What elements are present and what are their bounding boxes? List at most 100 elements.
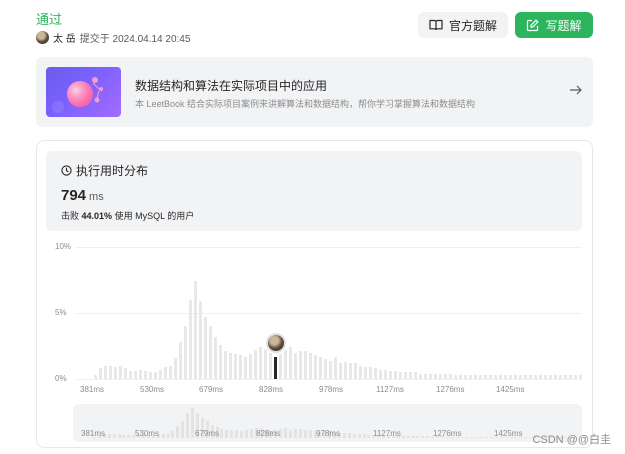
chart-bar[interactable] — [384, 369, 387, 379]
chart-bar[interactable] — [184, 326, 187, 379]
chart-bar[interactable] — [104, 365, 107, 379]
chart-bar[interactable] — [169, 365, 172, 379]
chart-bar[interactable] — [279, 353, 282, 379]
chart-bar[interactable] — [539, 375, 542, 379]
chart-bar[interactable] — [414, 372, 417, 379]
chart-bar[interactable] — [499, 375, 502, 379]
chart-bar[interactable] — [159, 369, 162, 379]
chart-bar[interactable] — [324, 359, 327, 379]
chart-bar[interactable] — [364, 367, 367, 379]
chart-bar[interactable] — [299, 351, 302, 379]
chart-range-slider[interactable]: 381ms 530ms 679ms 828ms 978ms 1127ms 127… — [73, 404, 582, 442]
chart-bar[interactable] — [244, 356, 247, 379]
chart-bar[interactable] — [174, 357, 177, 379]
chart-bar[interactable] — [194, 281, 197, 379]
chart-bar[interactable] — [564, 375, 567, 379]
chart-bar[interactable] — [114, 367, 117, 379]
chart-bar[interactable] — [579, 375, 582, 379]
chart-bar[interactable] — [554, 375, 557, 379]
chart-bar[interactable] — [294, 352, 297, 379]
chart-bar[interactable] — [259, 347, 262, 379]
chart-bar[interactable] — [574, 375, 577, 379]
chart-bar[interactable] — [419, 373, 422, 379]
chart-bar[interactable] — [449, 373, 452, 379]
chart-bar[interactable] — [534, 375, 537, 379]
chart-bar[interactable] — [544, 375, 547, 379]
chart-bar[interactable] — [464, 375, 467, 379]
chart-bar[interactable] — [444, 373, 447, 379]
chart-bar[interactable] — [219, 344, 222, 379]
chart-bar[interactable] — [314, 355, 317, 379]
chart-bar[interactable] — [229, 352, 232, 379]
chart-bar[interactable] — [134, 371, 137, 379]
chart-bar[interactable] — [519, 375, 522, 379]
chart-bar[interactable] — [399, 372, 402, 379]
chart-bar[interactable] — [109, 365, 112, 379]
chart-bar[interactable] — [484, 375, 487, 379]
chart-bar[interactable] — [154, 372, 157, 379]
chart-bar[interactable] — [429, 373, 432, 379]
chart-bar[interactable] — [509, 375, 512, 379]
chart-bar[interactable] — [569, 375, 572, 379]
chart-bar[interactable] — [374, 368, 377, 379]
chart-bar[interactable] — [199, 301, 202, 379]
chart-bar[interactable] — [304, 351, 307, 379]
current-runtime-bar[interactable] — [274, 356, 277, 379]
chart-bar[interactable] — [164, 367, 167, 379]
chart-bar[interactable] — [249, 353, 252, 379]
chart-bar[interactable] — [474, 375, 477, 379]
chart-bar[interactable] — [319, 356, 322, 379]
runtime-chart[interactable]: 10% 5% 0% 381ms 530ms 679ms 828ms 978ms … — [46, 238, 582, 398]
chart-bar[interactable] — [209, 326, 212, 379]
chart-bar[interactable] — [149, 372, 152, 379]
chart-bar[interactable] — [339, 363, 342, 379]
chart-bar[interactable] — [409, 372, 412, 379]
chart-bar[interactable] — [454, 375, 457, 379]
chart-bar[interactable] — [334, 356, 337, 379]
chart-bar[interactable] — [424, 373, 427, 379]
chart-bar[interactable] — [264, 348, 267, 379]
chart-bar[interactable] — [309, 352, 312, 379]
chart-bar[interactable] — [239, 355, 242, 379]
user-avatar[interactable] — [36, 31, 49, 44]
chart-bar[interactable] — [529, 375, 532, 379]
chart-bar[interactable] — [129, 371, 132, 379]
chart-bar[interactable] — [434, 373, 437, 379]
chart-bar[interactable] — [369, 367, 372, 379]
chart-bar[interactable] — [284, 349, 287, 379]
chart-bar[interactable] — [549, 375, 552, 379]
chart-bar[interactable] — [349, 363, 352, 379]
chart-bar[interactable] — [389, 371, 392, 379]
leetbook-card[interactable]: 数据结构和算法在实际项目中的应用 本 LeetBook 结合实际项目案例来讲解算… — [36, 57, 593, 127]
chart-bar[interactable] — [144, 371, 147, 379]
chart-bar[interactable] — [254, 349, 257, 379]
chart-bar[interactable] — [99, 368, 102, 379]
chart-bar[interactable] — [439, 373, 442, 379]
chart-bar[interactable] — [459, 375, 462, 379]
chart-bar[interactable] — [524, 375, 527, 379]
submitter-name[interactable]: 太 岳 — [53, 30, 76, 45]
chart-bar[interactable] — [559, 375, 562, 379]
chart-bar[interactable] — [354, 363, 357, 379]
chart-bar[interactable] — [179, 342, 182, 379]
chart-bar[interactable] — [189, 299, 192, 379]
chart-bar[interactable] — [394, 371, 397, 379]
chart-bar[interactable] — [289, 347, 292, 379]
chart-bar[interactable] — [234, 353, 237, 379]
chart-bar[interactable] — [469, 375, 472, 379]
chart-bar[interactable] — [329, 360, 332, 379]
chart-bar[interactable] — [514, 375, 517, 379]
chart-bar[interactable] — [224, 351, 227, 379]
chart-bar[interactable] — [139, 369, 142, 379]
chart-bar[interactable] — [404, 372, 407, 379]
chart-bar[interactable] — [269, 352, 272, 379]
chart-bar[interactable] — [119, 365, 122, 379]
chart-bar[interactable] — [504, 375, 507, 379]
chart-bar[interactable] — [379, 369, 382, 379]
official-solution-button[interactable]: 官方题解 — [418, 12, 508, 38]
chart-bar[interactable] — [359, 365, 362, 379]
chart-bar[interactable] — [204, 316, 207, 379]
write-solution-button[interactable]: 写题解 — [515, 12, 593, 38]
chart-bar[interactable] — [214, 336, 217, 379]
chart-bar[interactable] — [479, 375, 482, 379]
